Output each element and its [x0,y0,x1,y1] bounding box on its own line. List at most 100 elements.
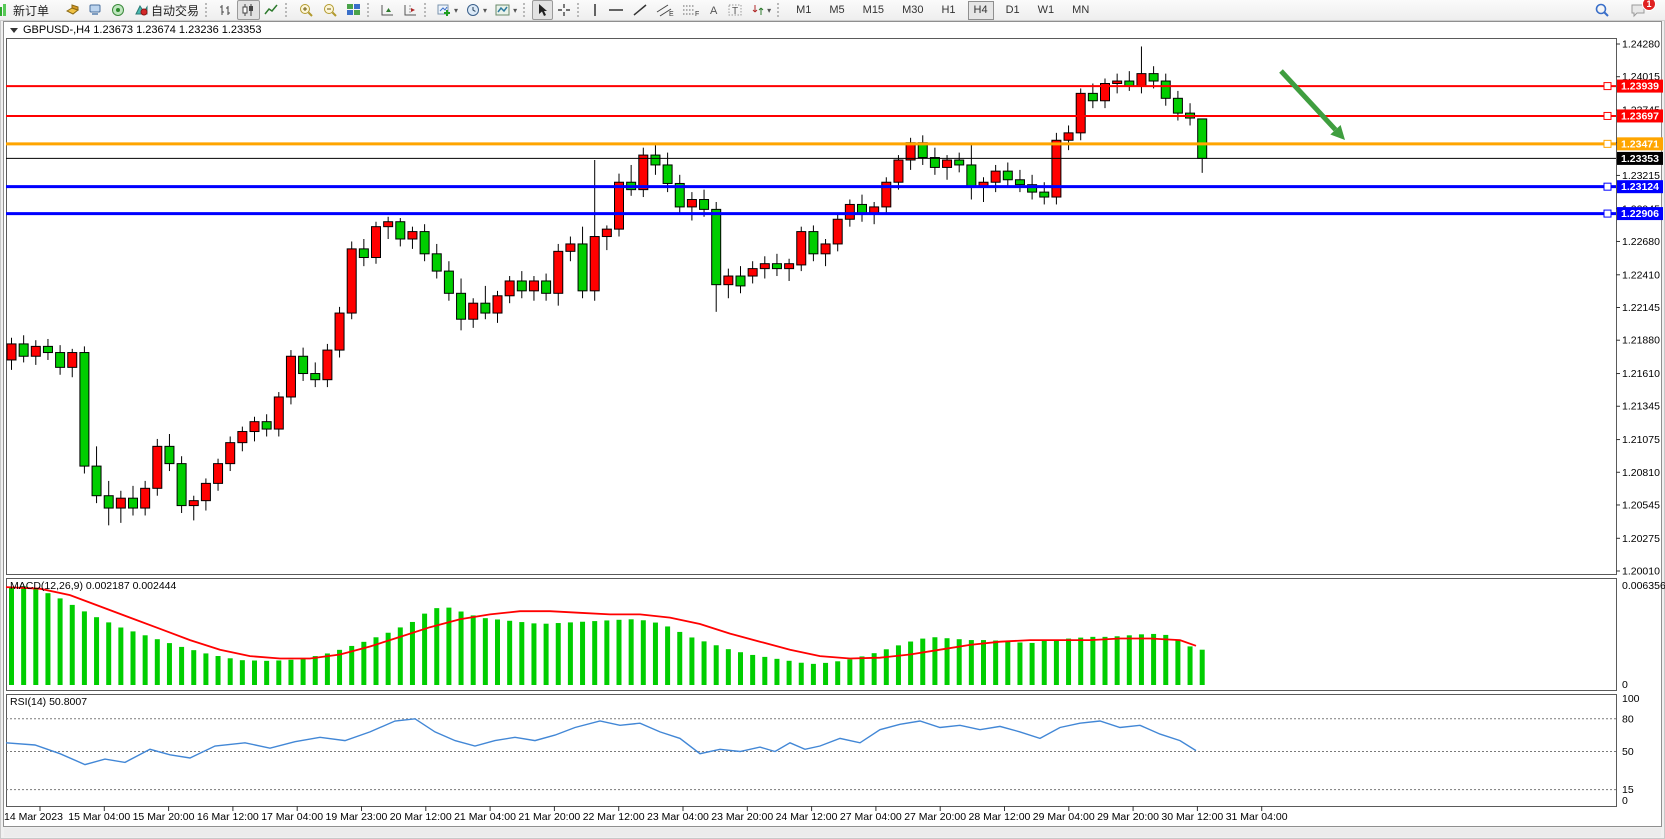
macd-histogram-bar [677,632,682,685]
market-watch-button[interactable] [84,0,107,20]
timeframe-d1-button[interactable]: D1 [1000,1,1026,20]
macd-histogram-bar [459,612,464,685]
zoom-in-button[interactable] [294,0,318,20]
macd-histogram-bar [1090,637,1095,685]
chart-canvas[interactable]: GBPUSD-,H4 1.23673 1.23674 1.23236 1.233… [0,20,1665,839]
periods-button[interactable]: ▾ [462,0,491,20]
timeframe-h1-button[interactable]: H1 [935,1,961,20]
timeframe-m15-button[interactable]: M15 [857,1,890,20]
horizontal-line-button[interactable] [604,0,628,20]
autoscroll-button[interactable] [376,0,399,20]
macd-histogram-bar [33,588,38,685]
text-label-icon: T [728,3,743,17]
macd-histogram-bar [823,663,828,685]
time-tick-label: 14 Mar 2023 [4,811,63,823]
fibonacci-button[interactable]: F [678,0,704,20]
candle-body [56,353,65,368]
macd-histogram-bar [738,652,743,685]
candle-body [615,182,624,229]
macd-histogram-bar [811,664,816,685]
text-button[interactable]: A [704,0,724,20]
macd-histogram-bar [1139,634,1144,685]
candle-body [529,281,538,291]
candle-body [19,344,28,356]
price-tick-label: 1.21880 [1622,335,1660,347]
macd-histogram-bar [896,645,901,685]
notifications-button[interactable]: 1 [1626,0,1651,20]
candle-body [359,249,368,258]
tile-windows-button[interactable] [342,0,365,20]
candle-body [930,158,939,168]
time-tick-label: 20 Mar 12:00 [390,811,452,823]
timeframe-w1-button[interactable]: W1 [1032,1,1061,20]
line-chart-button[interactable] [260,0,283,20]
arrows-button[interactable]: ▾ [747,0,775,20]
search-button[interactable] [1590,0,1614,20]
text-label-button[interactable]: T [724,0,747,20]
macd-histogram-bar [1103,637,1108,685]
candle-body [760,264,769,269]
auto-trading-button[interactable]: 自动交易 [130,0,203,20]
vertical-line-button[interactable] [586,0,604,20]
macd-histogram-bar [179,647,184,685]
macd-histogram-bar [531,623,536,685]
candle-body [1076,93,1085,132]
timeframe-h4-button[interactable]: H4 [968,1,994,20]
timeframe-mn-button[interactable]: MN [1066,1,1095,20]
chart-shift-button[interactable] [399,0,422,20]
bar-chart-button[interactable] [214,0,237,20]
macd-histogram-bar [544,624,549,685]
candle-body [1137,74,1146,86]
time-tick-label: 28 Mar 12:00 [969,811,1031,823]
templates-button[interactable]: ▾ [491,0,521,20]
line-handle[interactable] [1604,83,1611,90]
candle-body [299,356,308,373]
price-tick-label: 1.24280 [1622,39,1660,51]
crosshair-button[interactable] [553,0,575,20]
zoom-out-button[interactable] [318,0,342,20]
candle-body [833,219,842,244]
clock-icon [466,3,481,17]
macd-histogram-bar [1030,643,1035,685]
new-order-button[interactable]: 新订单 [9,0,53,20]
price-pane[interactable] [7,39,1617,575]
macd-histogram-bar [908,642,913,685]
candle [335,307,344,358]
line-handle[interactable] [1604,112,1611,119]
price-tick-label: 1.20810 [1622,467,1660,479]
candle-body [772,264,781,269]
candle-body [214,464,223,484]
time-tick-label: 22 Mar 12:00 [583,811,645,823]
candle-body [724,276,733,285]
timeframe-m1-button[interactable]: M1 [790,1,817,20]
equidistant-channel-button[interactable]: E [652,0,678,20]
autoscroll-icon [380,3,395,17]
macd-histogram-bar [1017,642,1022,685]
candle [347,241,356,319]
macd-histogram-bar [617,620,622,685]
bottom-strip [4,828,1661,837]
add-indicator-button[interactable]: ▾ [433,0,462,20]
cursor-button[interactable] [532,0,553,20]
indicators-box-button[interactable] [61,0,84,20]
timeframe-m5-button[interactable]: M5 [823,1,850,20]
price-badge-label: 1.23939 [1621,81,1659,93]
line-handle[interactable] [1604,210,1611,217]
vertical-line-icon [590,3,600,17]
template-icon [495,3,511,17]
signals-button[interactable] [107,0,130,20]
trendline-button[interactable] [628,0,652,20]
timeframe-m30-button[interactable]: M30 [896,1,929,20]
candlestick-chart-button[interactable] [237,0,260,20]
macd-histogram-bar [762,657,767,685]
dropdown-caret: ▾ [767,6,771,15]
time-tick-label: 17 Mar 04:00 [261,811,323,823]
line-handle[interactable] [1604,140,1611,147]
macd-histogram-bar [301,659,306,685]
macd-histogram-bar [422,614,427,685]
time-tick-label: 27 Mar 20:00 [904,811,966,823]
macd-histogram-bar [714,645,719,685]
macd-histogram-bar [143,635,148,685]
rsi-level-label: 50 [1622,746,1634,758]
line-handle[interactable] [1604,183,1611,190]
